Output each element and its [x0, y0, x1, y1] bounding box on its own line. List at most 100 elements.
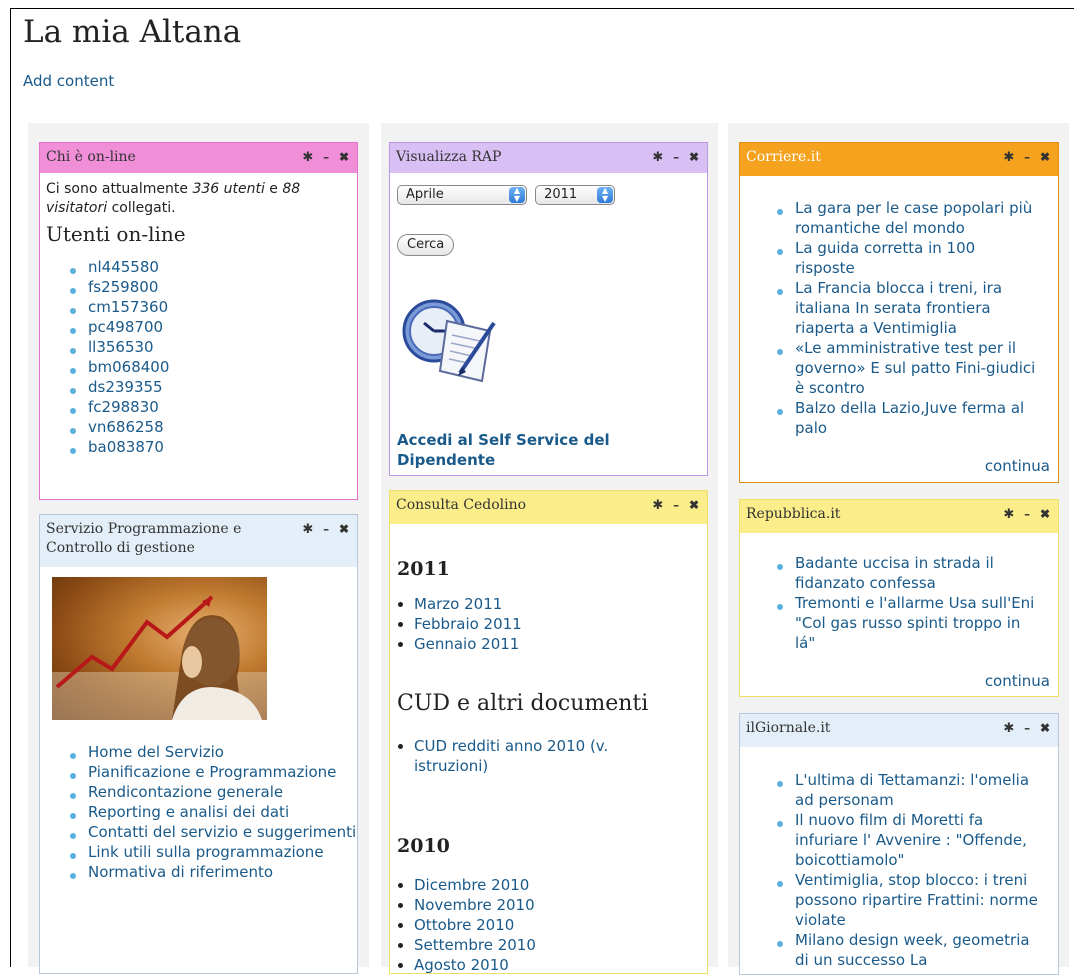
close-icon[interactable]: ✖ [689, 150, 699, 164]
portlet-title: Corriere.it [746, 149, 821, 165]
news-link[interactable]: L'ultima di Tettamanzi: l'omelia ad pers… [747, 770, 1038, 810]
giornale-news-list: L'ultima di Tettamanzi: l'omelia ad pers… [747, 770, 1038, 970]
news-link[interactable]: Tremonti e l'allarme Usa sull'Eni "Col g… [747, 593, 1038, 653]
news-link[interactable]: La gara per le case popolari più romanti… [747, 198, 1038, 238]
online-user-link[interactable]: cm157360 [40, 297, 357, 317]
portlet-header[interactable]: Repubblica.it ✱ – ✖ [740, 500, 1058, 533]
portlet-header[interactable]: Consulta Cedolino ✱ – ✖ [390, 491, 707, 524]
frame-left-border [10, 8, 11, 967]
cud-link[interactable]: CUD redditi anno 2010 (v. istruzioni) [414, 736, 684, 776]
self-service-link[interactable]: Accedi al Self Service del Dipendente [397, 430, 657, 470]
gear-icon[interactable]: ✱ [302, 150, 313, 165]
portlet-header[interactable]: Corriere.it ✱ – ✖ [740, 143, 1058, 176]
servizio-photo [52, 577, 267, 720]
portlet-title: Consulta Cedolino [396, 497, 527, 513]
portlet-header[interactable]: Chi è on-line ✱ – ✖ [40, 143, 357, 173]
online-user-link[interactable]: ll356530 [40, 337, 357, 357]
close-icon[interactable]: ✖ [689, 498, 699, 512]
cud-list: CUD redditi anno 2010 (v. istruzioni) [397, 736, 684, 776]
news-link[interactable]: Badante uccisa in strada il fidanzato co… [747, 553, 1038, 593]
gear-icon[interactable]: ✱ [1003, 150, 1014, 165]
online-user-link[interactable]: fs259800 [40, 277, 357, 297]
portlet-cedolino: Consulta Cedolino ✱ – ✖ 2011 Marzo 2011F… [389, 490, 708, 974]
frame-top-border [10, 8, 1074, 9]
repubblica-news-list: Badante uccisa in strada il fidanzato co… [747, 553, 1038, 653]
clock-document-icon[interactable] [402, 293, 502, 383]
close-icon[interactable]: ✖ [339, 150, 349, 164]
close-icon[interactable]: ✖ [339, 522, 349, 536]
servizio-link[interactable]: Normativa di riferimento [40, 862, 357, 882]
portlet-giornale: ilGiornale.it ✱ – ✖ L'ultima di Tettaman… [739, 713, 1059, 975]
cedolino-year-heading: 2010 [397, 835, 450, 857]
select-arrows-icon: ▲ ▼ [509, 187, 525, 203]
servizio-link[interactable]: Home del Servizio [40, 742, 357, 762]
cedolino-month-link[interactable]: Febbraio 2011 [414, 614, 704, 634]
minimize-icon[interactable]: – [673, 150, 679, 164]
add-content-link[interactable]: Add content [23, 72, 114, 90]
cedolino-month-link[interactable]: Gennaio 2011 [414, 634, 704, 654]
gear-icon[interactable]: ✱ [1003, 507, 1014, 522]
news-link[interactable]: La guida corretta in 100 risposte [747, 238, 1038, 278]
online-user-link[interactable]: bm068400 [40, 357, 357, 377]
portlet-title: Chi è on-line [46, 149, 136, 165]
online-summary: Ci sono attualmente 336 utenti e 88 visi… [46, 181, 301, 216]
cedolino-2011-list: Marzo 2011Febbraio 2011Gennaio 2011 [397, 594, 704, 654]
servizio-links: Home del Servizio Pianificazione e Progra… [40, 742, 357, 882]
online-user-link[interactable]: ba083870 [40, 437, 357, 457]
gear-icon[interactable]: ✱ [302, 522, 313, 537]
minimize-icon[interactable]: – [323, 522, 329, 536]
servizio-link[interactable]: Reporting e analisi dei dati [40, 802, 357, 822]
cedolino-year-heading: 2011 [397, 558, 450, 580]
portlet-header[interactable]: Visualizza RAP ✱ – ✖ [390, 143, 707, 173]
users-count: 336 utenti [192, 181, 265, 197]
minimize-icon[interactable]: – [1024, 507, 1030, 521]
minimize-icon[interactable]: – [673, 498, 679, 512]
portlet-title: Repubblica.it [746, 506, 841, 522]
online-users-heading: Utenti on-line [46, 222, 186, 246]
news-link[interactable]: La Francia blocca i treni, ira italiana … [747, 278, 1038, 338]
news-link[interactable]: Balzo della Lazio,Juve ferma al palo [747, 398, 1038, 438]
portlet-header[interactable]: ilGiornale.it ✱ – ✖ [740, 714, 1058, 747]
online-users-list: nl445580 fs259800 cm157360 pc498700 ll356530… [40, 257, 357, 457]
online-user-link[interactable]: ds239355 [40, 377, 357, 397]
cedolino-month-link[interactable]: Dicembre 2010 [414, 875, 704, 895]
servizio-link[interactable]: Pianificazione e Programmazione [40, 762, 357, 782]
news-link[interactable]: Il nuovo film di Moretti fa infuriare l'… [747, 810, 1038, 870]
repubblica-more-link[interactable]: continua [985, 672, 1050, 690]
gear-icon[interactable]: ✱ [652, 150, 663, 165]
portlet-corriere: Corriere.it ✱ – ✖ La gara per le case po… [739, 142, 1059, 483]
news-link[interactable]: «Le amministrative test per il governo» … [747, 338, 1038, 398]
portlet-online-users: Chi è on-line ✱ – ✖ Ci sono attualmente … [39, 142, 358, 500]
close-icon[interactable]: ✖ [1040, 721, 1050, 735]
portlet-title: Servizio Programmazione e Controllo di g… [46, 521, 242, 556]
portlet-header[interactable]: Servizio Programmazione e Controllo di g… [40, 515, 357, 567]
online-user-link[interactable]: fc298830 [40, 397, 357, 417]
cedolino-2010-list: Dicembre 2010Novembre 2010Ottobre 2010Se… [397, 875, 704, 975]
cedolino-month-link[interactable]: Settembre 2010 [414, 935, 704, 955]
minimize-icon[interactable]: – [1024, 150, 1030, 164]
month-select[interactable]: Aprile ▲ ▼ [397, 185, 527, 205]
close-icon[interactable]: ✖ [1040, 507, 1050, 521]
gear-icon[interactable]: ✱ [1003, 721, 1014, 736]
gear-icon[interactable]: ✱ [652, 498, 663, 513]
news-link[interactable]: Milano design week, geometria di un succ… [747, 930, 1038, 970]
cedolino-month-link[interactable]: Ottobre 2010 [414, 915, 704, 935]
online-user-link[interactable]: vn686258 [40, 417, 357, 437]
cedolino-month-link[interactable]: Agosto 2010 [414, 955, 704, 975]
page-title: La mia Altana [23, 14, 242, 50]
close-icon[interactable]: ✖ [1040, 150, 1050, 164]
minimize-icon[interactable]: – [1024, 721, 1030, 735]
minimize-icon[interactable]: – [323, 150, 329, 164]
online-user-link[interactable]: nl445580 [40, 257, 357, 277]
servizio-link[interactable]: Link utili sulla programmazione [40, 842, 357, 862]
cedolino-month-link[interactable]: Novembre 2010 [414, 895, 704, 915]
online-user-link[interactable]: pc498700 [40, 317, 357, 337]
servizio-link[interactable]: Contatti del servizio e suggerimenti [40, 822, 357, 842]
search-button[interactable]: Cerca [397, 234, 455, 256]
news-link[interactable]: Ventimiglia, stop blocco: i treni posson… [747, 870, 1038, 930]
year-select[interactable]: 2011 ▲ ▼ [535, 185, 616, 205]
corriere-more-link[interactable]: continua [985, 457, 1050, 475]
cedolino-month-link[interactable]: Marzo 2011 [414, 594, 704, 614]
servizio-link[interactable]: Rendicontazione generale [40, 782, 357, 802]
portlet-title: Visualizza RAP [396, 149, 502, 165]
